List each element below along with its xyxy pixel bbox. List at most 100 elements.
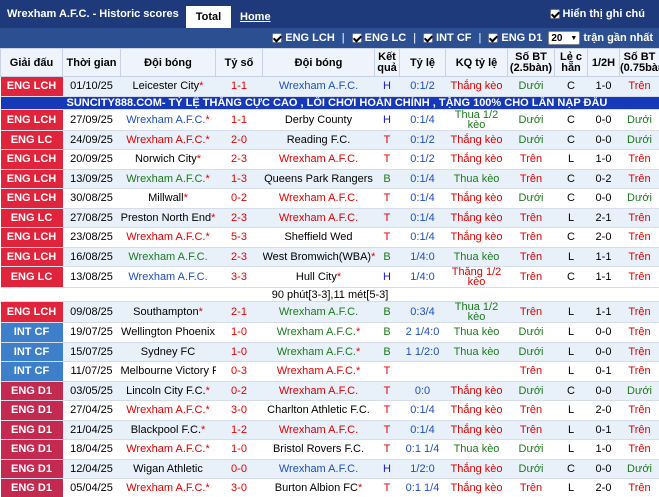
promo-banner[interactable]: SUNCITY888.COM- TỶ LỆ THẮNG CỰC CAO , LỐ… (0, 96, 659, 110)
league-badge[interactable]: ENG LCH (0, 169, 63, 189)
away-team[interactable]: Wrexham A.F.C.* (262, 361, 375, 382)
table-row[interactable]: ENG D1 05/04/25 Wrexham A.F.C.* 3-0 Burton A… (0, 478, 659, 497)
away-team[interactable]: Burton Albion FC* (262, 478, 375, 497)
league-badge[interactable]: ENG D1 (0, 381, 63, 401)
table-row[interactable]: ENG LCH 20/09/25 Norwich City* 2-3 Wrexham A… (0, 149, 659, 170)
table-row[interactable]: ENG LCH 30/08/25 Millwall* 0-2 Wrexham A.F.C… (0, 188, 659, 209)
league-badge[interactable]: ENG LC (0, 266, 63, 288)
home-team[interactable]: Wrexham A.F.C.* (120, 478, 216, 497)
tab-home[interactable]: Home (240, 11, 271, 23)
home-team[interactable]: Melbourne Victory FC (T) (120, 361, 216, 382)
match-score[interactable]: 2-3 (215, 247, 263, 267)
table-row[interactable]: INT CF 11/07/25 Melbourne Victory FC (T) 0-… (0, 361, 659, 382)
league-badge[interactable]: ENG LCH (0, 301, 63, 323)
league-badge[interactable]: ENG LCH (0, 227, 63, 248)
tab-total[interactable]: Total (186, 6, 231, 28)
table-row[interactable]: ENG LC 27/08/25 Preston North End* 2-3 Wrexh… (0, 208, 659, 228)
table-row[interactable]: ENG LCH 23/08/25 Wrexham A.F.C.* 5-3 Sheffie… (0, 227, 659, 248)
checkmark-icon[interactable] (488, 33, 499, 43)
table-row[interactable]: ENG D1 18/04/25 Wrexham A.F.C.* 1-0 Bristol … (0, 439, 659, 460)
away-team[interactable]: Wrexham A.F.C.* (262, 322, 375, 343)
away-team[interactable]: Wrexham A.F.C. (262, 149, 375, 170)
match-score[interactable]: 3-3 (215, 266, 263, 288)
table-row[interactable]: ENG LCH 27/09/25 Wrexham A.F.C.* 1-1 Derby C… (0, 109, 659, 131)
match-score[interactable]: 1-0 (215, 322, 263, 343)
away-team[interactable]: Wrexham A.F.C. (262, 188, 375, 209)
home-team[interactable]: Preston North End* (120, 208, 216, 228)
home-team[interactable]: Wrexham A.F.C.* (120, 439, 216, 460)
table-row[interactable]: ENG LCH 13/09/25 Wrexham A.F.C.* 1-3 Queens … (0, 169, 659, 189)
checkmark-icon[interactable] (549, 9, 560, 19)
league-badge[interactable]: ENG D1 (0, 459, 63, 479)
home-team[interactable]: Wrexham A.F.C.* (120, 400, 216, 421)
league-badge[interactable]: ENG LCH (0, 76, 63, 97)
promo-banner-text[interactable]: SUNCITY888.COM- TỶ LỆ THẮNG CỰC CAO , LỐ… (0, 96, 659, 110)
match-score[interactable]: 1-1 (215, 109, 263, 131)
match-score[interactable]: 1-0 (215, 342, 263, 362)
away-team[interactable]: Derby County (262, 109, 375, 131)
home-team[interactable]: Wellington Phoenix (120, 322, 216, 343)
league-badge[interactable]: ENG LCH (0, 188, 63, 209)
match-score[interactable]: 1-3 (215, 169, 263, 189)
league-badge[interactable]: INT CF (0, 342, 63, 362)
table-row[interactable]: INT CF 15/07/25 Sydney FC 1-0 Wrexham A.F.C.… (0, 342, 659, 362)
match-score[interactable]: 2-0 (215, 130, 263, 150)
away-team[interactable]: Wrexham A.F.C. (262, 420, 375, 440)
table-row[interactable]: ENG LC 24/09/25 Wrexham A.F.C.* 2-0 Reading … (0, 130, 659, 150)
away-team[interactable]: Bristol Rovers F.C. (262, 439, 375, 460)
away-team[interactable]: Wrexham A.F.C.* (262, 342, 375, 362)
league-badge[interactable]: INT CF (0, 322, 63, 343)
home-team[interactable]: Wrexham A.F.C.* (120, 169, 216, 189)
match-score[interactable]: 3-0 (215, 478, 263, 497)
checkmark-icon[interactable] (351, 33, 362, 43)
league-badge[interactable]: ENG D1 (0, 439, 63, 460)
league-badge[interactable]: ENG D1 (0, 400, 63, 421)
table-row[interactable]: INT CF 19/07/25 Wellington Phoenix 1-0 Wrexh… (0, 322, 659, 343)
filter-int-cf[interactable]: INT CF (423, 32, 472, 44)
checkmark-icon[interactable] (423, 33, 434, 43)
league-badge[interactable]: ENG LCH (0, 247, 63, 267)
match-score[interactable]: 1-1 (215, 76, 263, 97)
checkmark-icon[interactable] (272, 33, 283, 43)
home-team[interactable]: Millwall* (120, 188, 216, 209)
match-count-select[interactable]: 20 ▼ (548, 31, 581, 45)
home-team[interactable]: Wrexham A.F.C.* (120, 109, 216, 131)
home-team[interactable]: Wrexham A.F.C. (120, 266, 216, 288)
show-notes-toggle[interactable]: Hiển thị ghi chú (549, 8, 645, 20)
home-team[interactable]: Sydney FC (120, 342, 216, 362)
filter-eng-lch[interactable]: ENG LCH (272, 32, 335, 44)
match-score[interactable]: 2-3 (215, 208, 263, 228)
match-score[interactable]: 0-2 (215, 381, 263, 401)
match-score[interactable]: 0-3 (215, 361, 263, 382)
filter-eng-d1[interactable]: ENG D1 (488, 32, 542, 44)
home-team[interactable]: Norwich City* (120, 149, 216, 170)
home-team[interactable]: Leicester City* (120, 76, 216, 97)
league-badge[interactable]: INT CF (0, 361, 63, 382)
away-team[interactable]: Sheffield Wed (262, 227, 375, 248)
table-row[interactable]: ENG D1 03/05/25 Lincoln City F.C.* 0-2 Wrexh… (0, 381, 659, 401)
table-row[interactable]: ENG D1 12/04/25 Wigan Athletic 0-0 Wrexham A… (0, 459, 659, 479)
league-badge[interactable]: ENG LC (0, 208, 63, 228)
match-score[interactable]: 5-3 (215, 227, 263, 248)
away-team[interactable]: West Bromwich(WBA)* (262, 247, 375, 267)
away-team[interactable]: Queens Park Rangers (262, 169, 375, 189)
away-team[interactable]: Wrexham A.F.C. (262, 301, 375, 323)
table-row[interactable]: ENG LCH 01/10/25 Leicester City* 1-1 Wrexham… (0, 76, 659, 97)
league-badge[interactable]: ENG D1 (0, 420, 63, 440)
away-team[interactable]: Wrexham A.F.C. (262, 381, 375, 401)
match-score[interactable]: 0-0 (215, 459, 263, 479)
league-badge[interactable]: ENG LC (0, 130, 63, 150)
match-score[interactable]: 1-2 (215, 420, 263, 440)
away-team[interactable]: Hull City* (262, 266, 375, 288)
match-score[interactable]: 0-2 (215, 188, 263, 209)
match-score[interactable]: 3-0 (215, 400, 263, 421)
home-team[interactable]: Wrexham A.F.C. (120, 247, 216, 267)
away-team[interactable]: Charlton Athletic F.C. (262, 400, 375, 421)
filter-eng-lc[interactable]: ENG LC (351, 32, 406, 44)
home-team[interactable]: Wrexham A.F.C.* (120, 227, 216, 248)
table-row[interactable]: ENG D1 27/04/25 Wrexham A.F.C.* 3-0 Charlton… (0, 400, 659, 421)
table-row[interactable]: ENG LCH 09/08/25 Southampton* 2-1 Wrexham A.… (0, 301, 659, 323)
table-row[interactable]: ENG LC 13/08/25 Wrexham A.F.C. 3-3 Hull City… (0, 266, 659, 288)
home-team[interactable]: Lincoln City F.C.* (120, 381, 216, 401)
away-team[interactable]: Wrexham A.F.C. (262, 208, 375, 228)
